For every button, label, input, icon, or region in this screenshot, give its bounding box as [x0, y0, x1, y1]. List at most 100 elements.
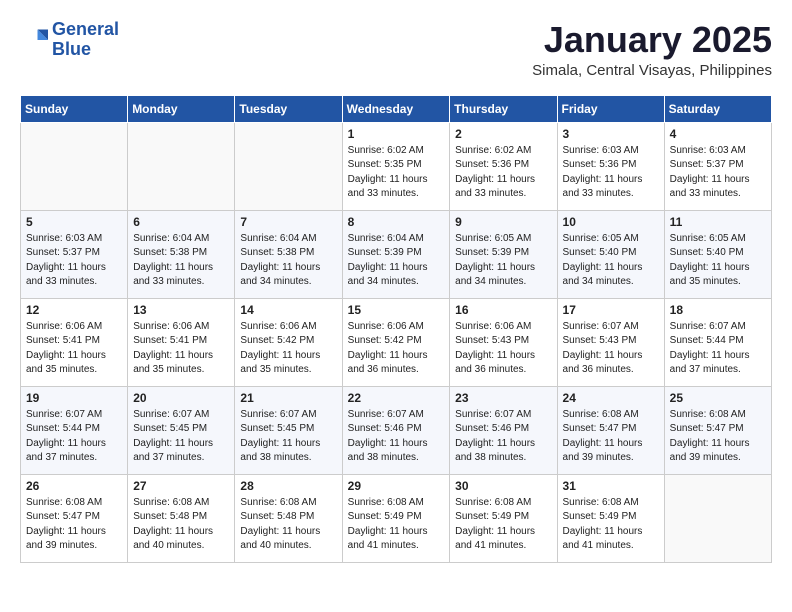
- cell-info: Sunrise: 6:04 AM Sunset: 5:39 PM Dayligh…: [348, 232, 445, 290]
- day-number: 7: [240, 215, 336, 229]
- day-number: 14: [240, 303, 336, 317]
- cell-info: Sunrise: 6:07 AM Sunset: 5:45 PM Dayligh…: [240, 408, 336, 466]
- calendar-cell: 26Sunrise: 6:08 AM Sunset: 5:47 PM Dayli…: [21, 474, 128, 562]
- calendar-cell: 11Sunrise: 6:05 AM Sunset: 5:40 PM Dayli…: [664, 210, 771, 298]
- day-number: 28: [240, 479, 336, 493]
- calendar-cell: 22 Sunrise: 6:07 AM Sunset: 5:46 PM Dayli…: [342, 386, 450, 474]
- day-number: 18: [670, 303, 766, 317]
- calendar-cell: 6Sunrise: 6:04 AM Sunset: 5:38 PM Daylig…: [128, 210, 235, 298]
- cell-info: Sunrise: 6:05 AM Sunset: 5:39 PM Dayligh…: [455, 232, 551, 290]
- calendar-cell: [21, 122, 128, 210]
- cell-info: Sunrise: 6:08 AM Sunset: 5:49 PM Dayligh…: [563, 496, 659, 554]
- day-number: 4: [670, 127, 766, 141]
- cell-info: Sunrise: 6:08 AM Sunset: 5:49 PM Dayligh…: [348, 496, 445, 554]
- weekday-thursday: Thursday: [450, 95, 557, 122]
- day-number: 22: [348, 391, 445, 405]
- title-block: January 2025 Simala, Central Visayas, Ph…: [532, 20, 772, 79]
- calendar-cell: 18 Sunrise: 6:07 AM Sunset: 5:44 PM Dayli…: [664, 298, 771, 386]
- logo-line1: General: [52, 19, 119, 39]
- day-number: 27: [133, 479, 229, 493]
- day-number: 15: [348, 303, 445, 317]
- weekday-tuesday: Tuesday: [235, 95, 342, 122]
- logo-line2: Blue: [52, 39, 91, 59]
- calendar-table: SundayMondayTuesdayWednesdayThursdayFrid…: [20, 95, 772, 563]
- cell-info: Sunrise: 6:03 AM Sunset: 5:37 PM Dayligh…: [670, 144, 766, 202]
- week-row-4: 19 Sunrise: 6:07 AM Sunset: 5:44 PM Dayli…: [21, 386, 772, 474]
- weekday-sunday: Sunday: [21, 95, 128, 122]
- cell-info: Sunrise: 6:07 AM Sunset: 5:43 PM Dayligh…: [563, 320, 659, 378]
- calendar-cell: 2 Sunrise: 6:02 AM Sunset: 5:36 PM Daylig…: [450, 122, 557, 210]
- calendar-cell: 10 Sunrise: 6:05 AM Sunset: 5:40 PM Dayli…: [557, 210, 664, 298]
- calendar-cell: 14Sunrise: 6:06 AM Sunset: 5:42 PM Dayli…: [235, 298, 342, 386]
- cell-info: Sunrise: 6:08 AM Sunset: 5:47 PM Dayligh…: [670, 408, 766, 466]
- day-number: 12: [26, 303, 122, 317]
- calendar-cell: 27 Sunrise: 6:08 AM Sunset: 5:48 PM Dayli…: [128, 474, 235, 562]
- calendar-cell: 24 Sunrise: 6:08 AM Sunset: 5:47 PM Dayli…: [557, 386, 664, 474]
- day-number: 11: [670, 215, 766, 229]
- day-number: 13: [133, 303, 229, 317]
- cell-info: Sunrise: 6:07 AM Sunset: 5:44 PM Dayligh…: [670, 320, 766, 378]
- cell-info: Sunrise: 6:08 AM Sunset: 5:48 PM Dayligh…: [240, 496, 336, 554]
- day-number: 5: [26, 215, 122, 229]
- cell-info: Sunrise: 6:08 AM Sunset: 5:47 PM Dayligh…: [26, 496, 122, 554]
- cell-info: Sunrise: 6:03 AM Sunset: 5:36 PM Dayligh…: [563, 144, 659, 202]
- calendar-cell: 9 Sunrise: 6:05 AM Sunset: 5:39 PM Daylig…: [450, 210, 557, 298]
- logo: General Blue: [20, 20, 119, 60]
- cell-info: Sunrise: 6:06 AM Sunset: 5:41 PM Dayligh…: [133, 320, 229, 378]
- calendar-cell: 23Sunrise: 6:07 AM Sunset: 5:46 PM Dayli…: [450, 386, 557, 474]
- calendar-cell: 16Sunrise: 6:06 AM Sunset: 5:43 PM Dayli…: [450, 298, 557, 386]
- calendar-cell: 15 Sunrise: 6:06 AM Sunset: 5:42 PM Dayli…: [342, 298, 450, 386]
- day-number: 1: [348, 127, 445, 141]
- cell-info: Sunrise: 6:07 AM Sunset: 5:46 PM Dayligh…: [348, 408, 445, 466]
- week-row-5: 26Sunrise: 6:08 AM Sunset: 5:47 PM Dayli…: [21, 474, 772, 562]
- calendar-cell: 12 Sunrise: 6:06 AM Sunset: 5:41 PM Dayli…: [21, 298, 128, 386]
- day-number: 17: [563, 303, 659, 317]
- page-header: General Blue January 2025 Simala, Centra…: [20, 20, 772, 79]
- cell-info: Sunrise: 6:02 AM Sunset: 5:36 PM Dayligh…: [455, 144, 551, 202]
- calendar-cell: 21 Sunrise: 6:07 AM Sunset: 5:45 PM Dayli…: [235, 386, 342, 474]
- calendar-cell: 29 Sunrise: 6:08 AM Sunset: 5:49 PM Dayli…: [342, 474, 450, 562]
- calendar-cell: 19 Sunrise: 6:07 AM Sunset: 5:44 PM Dayli…: [21, 386, 128, 474]
- cell-info: Sunrise: 6:05 AM Sunset: 5:40 PM Dayligh…: [563, 232, 659, 290]
- cell-info: Sunrise: 6:06 AM Sunset: 5:42 PM Dayligh…: [348, 320, 445, 378]
- day-number: 19: [26, 391, 122, 405]
- calendar-cell: 20Sunrise: 6:07 AM Sunset: 5:45 PM Dayli…: [128, 386, 235, 474]
- calendar-cell: 30 Sunrise: 6:08 AM Sunset: 5:49 PM Dayli…: [450, 474, 557, 562]
- weekday-monday: Monday: [128, 95, 235, 122]
- day-number: 10: [563, 215, 659, 229]
- cell-info: Sunrise: 6:06 AM Sunset: 5:41 PM Dayligh…: [26, 320, 122, 378]
- month-title: January 2025: [532, 20, 772, 60]
- day-number: 25: [670, 391, 766, 405]
- day-number: 9: [455, 215, 551, 229]
- calendar-cell: 5 Sunrise: 6:03 AM Sunset: 5:37 PM Daylig…: [21, 210, 128, 298]
- calendar-cell: [128, 122, 235, 210]
- calendar-cell: 7 Sunrise: 6:04 AM Sunset: 5:38 PM Daylig…: [235, 210, 342, 298]
- week-row-3: 12 Sunrise: 6:06 AM Sunset: 5:41 PM Dayli…: [21, 298, 772, 386]
- day-number: 8: [348, 215, 445, 229]
- calendar-cell: 28 Sunrise: 6:08 AM Sunset: 5:48 PM Dayli…: [235, 474, 342, 562]
- calendar-body: 1 Sunrise: 6:02 AM Sunset: 5:35 PM Daylig…: [21, 122, 772, 562]
- cell-info: Sunrise: 6:02 AM Sunset: 5:35 PM Dayligh…: [348, 144, 445, 202]
- cell-info: Sunrise: 6:06 AM Sunset: 5:43 PM Dayligh…: [455, 320, 551, 378]
- cell-info: Sunrise: 6:08 AM Sunset: 5:47 PM Dayligh…: [563, 408, 659, 466]
- calendar-cell: [664, 474, 771, 562]
- day-number: 21: [240, 391, 336, 405]
- cell-info: Sunrise: 6:08 AM Sunset: 5:49 PM Dayligh…: [455, 496, 551, 554]
- calendar-cell: 8 Sunrise: 6:04 AM Sunset: 5:39 PM Daylig…: [342, 210, 450, 298]
- weekday-header-row: SundayMondayTuesdayWednesdayThursdayFrid…: [21, 95, 772, 122]
- day-number: 2: [455, 127, 551, 141]
- day-number: 6: [133, 215, 229, 229]
- weekday-saturday: Saturday: [664, 95, 771, 122]
- cell-info: Sunrise: 6:04 AM Sunset: 5:38 PM Dayligh…: [240, 232, 336, 290]
- cell-info: Sunrise: 6:07 AM Sunset: 5:44 PM Dayligh…: [26, 408, 122, 466]
- calendar-cell: 31Sunrise: 6:08 AM Sunset: 5:49 PM Dayli…: [557, 474, 664, 562]
- day-number: 30: [455, 479, 551, 493]
- calendar-cell: 3Sunrise: 6:03 AM Sunset: 5:36 PM Daylig…: [557, 122, 664, 210]
- day-number: 29: [348, 479, 445, 493]
- cell-info: Sunrise: 6:08 AM Sunset: 5:48 PM Dayligh…: [133, 496, 229, 554]
- logo-text: General Blue: [52, 20, 119, 60]
- calendar-cell: 1 Sunrise: 6:02 AM Sunset: 5:35 PM Daylig…: [342, 122, 450, 210]
- location: Simala, Central Visayas, Philippines: [532, 62, 772, 79]
- day-number: 24: [563, 391, 659, 405]
- cell-info: Sunrise: 6:03 AM Sunset: 5:37 PM Dayligh…: [26, 232, 122, 290]
